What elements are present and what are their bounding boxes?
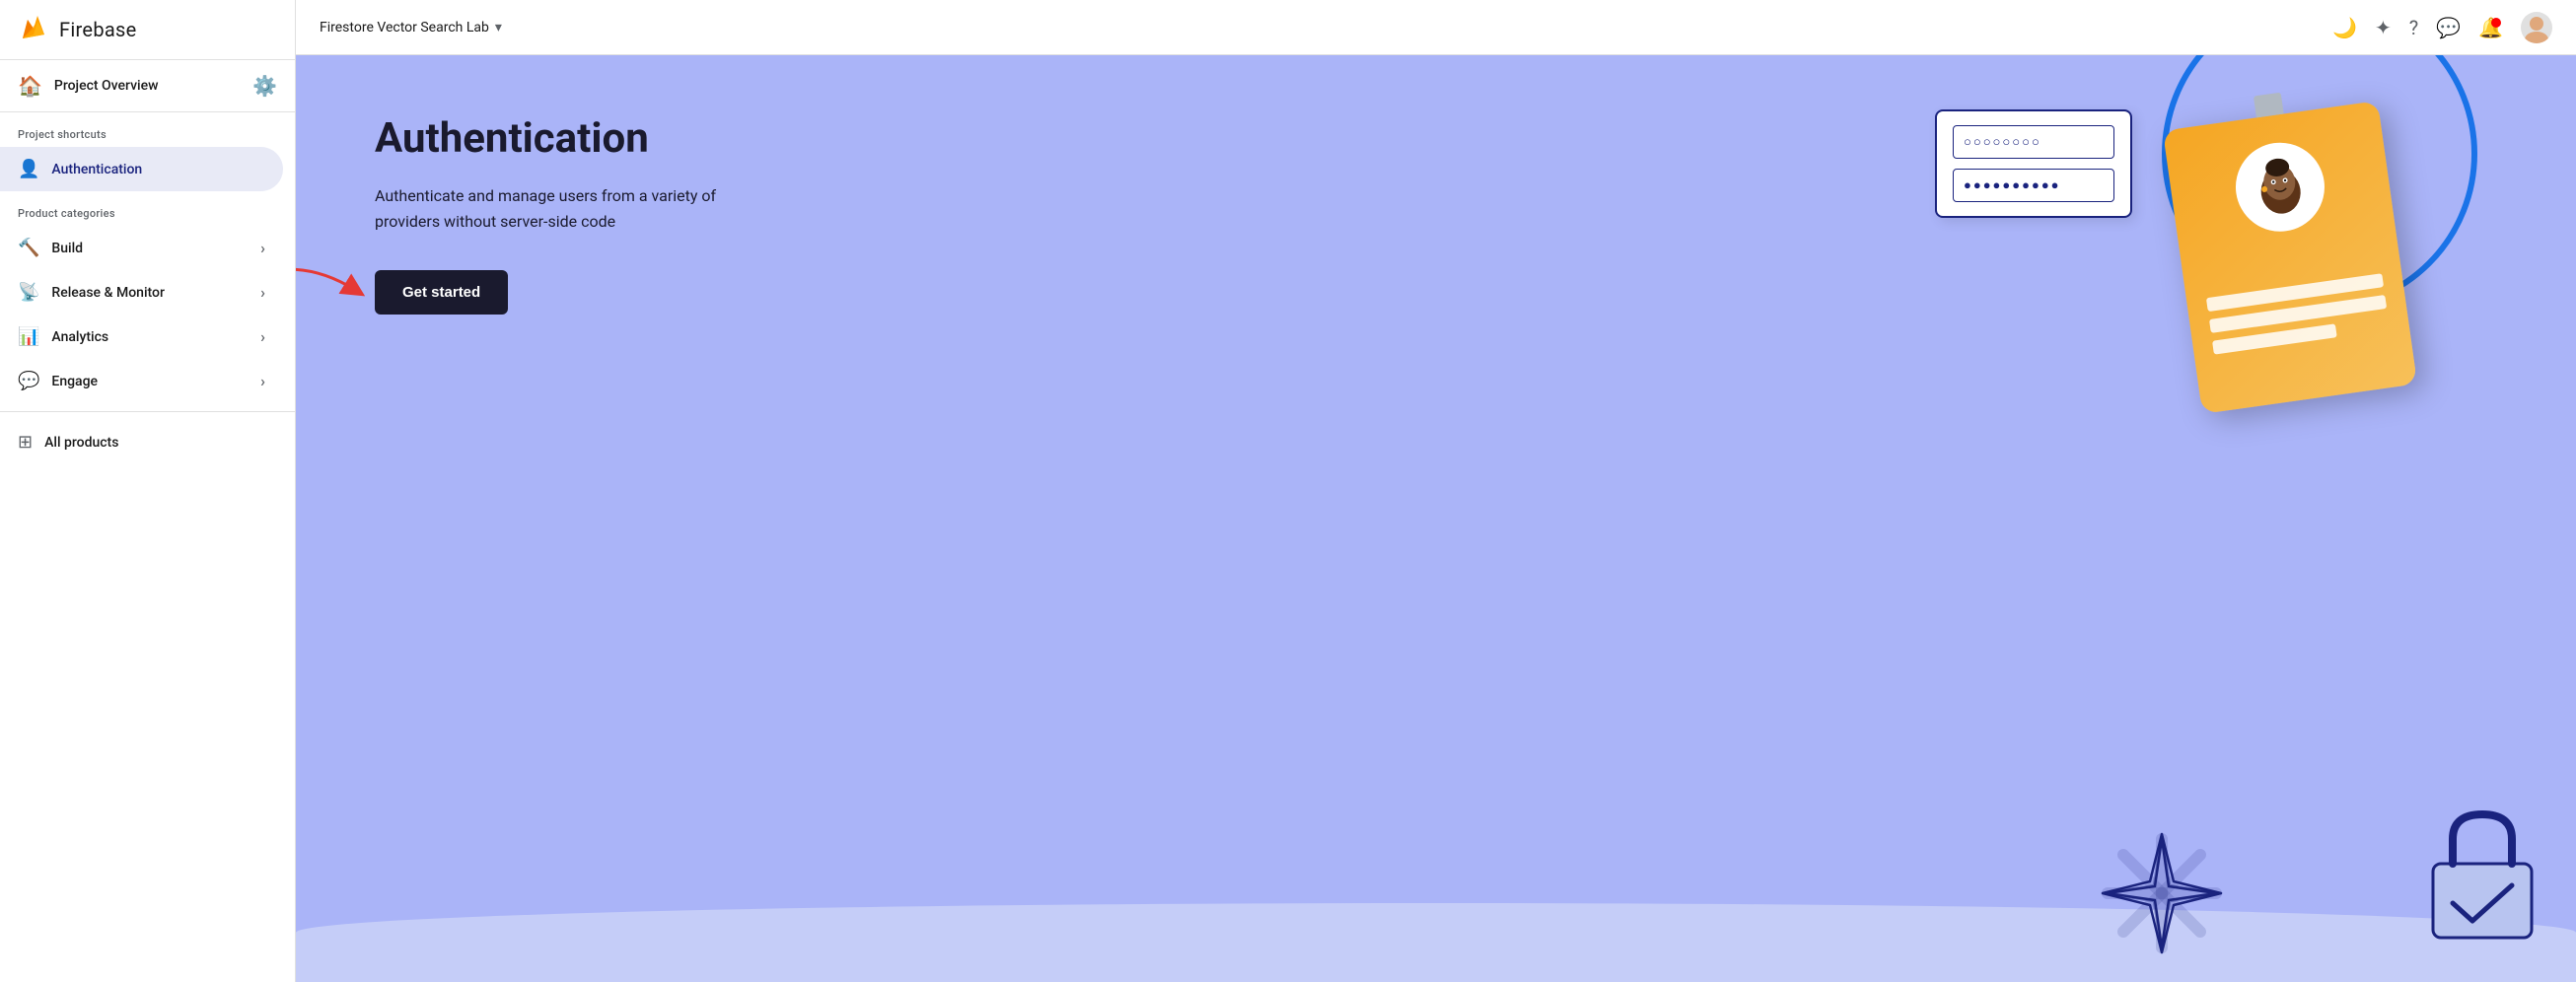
engage-icon: 💬 [18, 371, 39, 391]
dark-mode-icon[interactable]: 🌙 [2332, 16, 2357, 39]
project-dropdown-icon: ▾ [495, 20, 502, 35]
feedback-icon[interactable]: 💬 [2436, 16, 2461, 39]
sidebar-item-analytics[interactable]: 📊 Analytics › [0, 315, 283, 359]
login-username-field: ○○○○○○○○ [1953, 125, 2114, 159]
all-products-label: All products [44, 435, 118, 451]
sparkle-icon[interactable]: ✦ [2375, 16, 2392, 39]
cta-wrapper: Get started [375, 270, 508, 315]
analytics-chevron-icon: › [260, 327, 265, 346]
analytics-label: Analytics [51, 329, 108, 345]
login-form-illustration: ○○○○○○○○ ●●●●●●●●●● [1935, 109, 2132, 218]
home-icon: 🏠 [18, 74, 42, 98]
sidebar-item-authentication[interactable]: 👤 Authentication [0, 147, 283, 191]
page-description: Authenticate and manage users from a var… [375, 183, 750, 234]
sidebar-item-release-monitor[interactable]: 📡 Release & Monitor › [0, 270, 283, 315]
user-avatar[interactable] [2521, 12, 2552, 43]
sidebar-divider [0, 411, 295, 412]
main-area: Firestore Vector Search Lab ▾ 🌙 ✦ ? 💬 🔔 [296, 0, 2576, 982]
product-categories-label: Product categories [0, 191, 295, 226]
content-area: Authentication Authenticate and manage u… [296, 55, 2576, 982]
engage-label: Engage [51, 374, 98, 389]
id-card-avatar [2230, 137, 2330, 238]
lock-decoration-icon [2418, 805, 2546, 943]
build-chevron-icon: › [260, 239, 265, 257]
top-bar-icons: 🌙 ✦ ? 💬 🔔 [2332, 12, 2552, 43]
all-products-item[interactable]: ⊞ All products [0, 420, 295, 464]
id-card-lines [2206, 273, 2391, 362]
release-monitor-icon: 📡 [18, 282, 39, 303]
authentication-label: Authentication [51, 162, 142, 177]
asterisk-decoration-icon [2083, 814, 2241, 972]
sidebar-item-engage[interactable]: 💬 Engage › [0, 359, 283, 403]
sidebar: Firebase 🏠 Project Overview ⚙️ Project s… [0, 0, 296, 982]
release-chevron-icon: › [260, 283, 265, 302]
engage-chevron-icon: › [260, 372, 265, 390]
app-logo-text: Firebase [59, 18, 137, 41]
avatar-image [2521, 12, 2552, 43]
arrow-pointer-icon [296, 260, 365, 310]
project-overview-left: 🏠 Project Overview [18, 74, 159, 98]
project-name: Firestore Vector Search Lab [320, 20, 489, 35]
project-overview-label: Project Overview [54, 78, 159, 94]
grid-icon: ⊞ [18, 432, 33, 453]
project-selector[interactable]: Firestore Vector Search Lab ▾ [320, 20, 502, 35]
notification-dot [2491, 18, 2501, 28]
login-password-field: ●●●●●●●●●● [1953, 169, 2114, 202]
build-icon: 🔨 [18, 238, 39, 258]
page-title: Authentication [375, 114, 750, 164]
analytics-icon: 📊 [18, 326, 39, 347]
authentication-icon: 👤 [18, 159, 39, 179]
help-icon[interactable]: ? [2409, 16, 2418, 39]
notifications-wrapper[interactable]: 🔔 [2478, 16, 2503, 39]
id-card-illustration [2163, 101, 2417, 414]
firebase-logo-icon [18, 14, 49, 45]
get-started-button[interactable]: Get started [375, 270, 508, 315]
project-overview-bar[interactable]: 🏠 Project Overview ⚙️ [0, 60, 295, 112]
release-monitor-label: Release & Monitor [51, 285, 165, 301]
build-label: Build [51, 241, 83, 256]
settings-icon[interactable]: ⚙️ [252, 74, 277, 98]
content-inner: Authentication Authenticate and manage u… [296, 55, 828, 374]
sidebar-item-build[interactable]: 🔨 Build › [0, 226, 283, 270]
project-shortcuts-label: Project shortcuts [0, 112, 295, 147]
top-bar: Firestore Vector Search Lab ▾ 🌙 ✦ ? 💬 🔔 [296, 0, 2576, 55]
person-avatar-icon [2236, 143, 2325, 232]
sidebar-logo: Firebase [0, 0, 295, 60]
card-clip [2254, 93, 2284, 118]
